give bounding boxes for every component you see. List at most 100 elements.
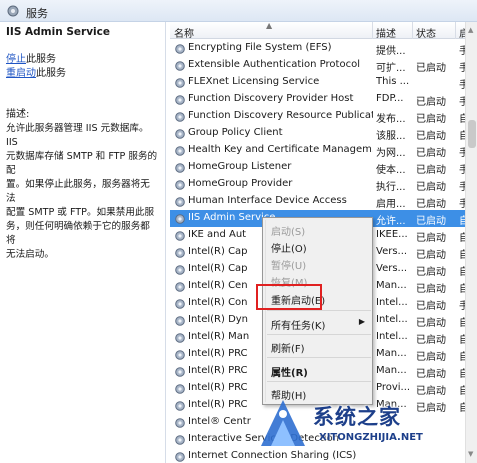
menu-item-properties[interactable]: 属性(R) [271,362,369,379]
menu-item-all-tasks-label: 所有任务(K) [271,321,326,332]
service-status-cell: 已启动 [416,216,446,227]
service-status-cell: 已启动 [416,148,446,159]
watermark-title: 系统之家 [313,405,401,429]
service-description-cell: 提供... [376,46,406,57]
service-description-cell: Man... [376,365,407,376]
column-header-name[interactable]: 名称 [174,25,194,40]
menu-item-start[interactable]: 启动(S) [271,221,369,238]
table-row[interactable]: HomeGroup Listener 使本... 已启动手 [170,159,465,176]
column-divider[interactable] [412,22,413,39]
service-gear-icon [174,196,186,208]
service-name-cell: Human Interface Device Access [188,195,347,206]
table-row[interactable]: FLEXnet Licensing Service This ... 手 [170,74,465,91]
service-status-cell: 已启动 [416,233,446,244]
watermark-logo-icon [261,400,305,446]
table-row[interactable]: HomeGroup Provider 执行... 已启动手 [170,176,465,193]
service-status-cell: 已启动 [416,97,446,108]
column-divider[interactable] [372,22,373,39]
menu-item-all-tasks[interactable]: 所有任务(K) ▶ [271,315,369,332]
description-label: 描述: [6,109,30,120]
table-header: 名称 ▲ 描述 状态 启 [170,22,465,40]
service-name-cell: Function Discovery Provider Host [188,93,354,104]
menu-item-stop[interactable]: 停止(O) [271,238,369,255]
menu-item-pause[interactable]: 暂停(U) [271,255,369,272]
service-gear-icon [174,230,186,242]
scroll-up-arrow-icon[interactable]: ▲ [468,26,473,34]
table-row[interactable]: Encrypting File System (EFS) 提供... 手 [170,40,465,57]
watermark: 系统之家 XITONGZHIJIA.NET [253,394,475,454]
description-line: 置。如果停止此服务，服务器将无法 [6,179,150,204]
window-header: 服务 [0,0,477,22]
service-name-cell: HomeGroup Provider [188,178,293,189]
service-status-cell: 已启动 [416,131,446,142]
service-status-cell: 已启动 [416,199,446,210]
service-status-cell: 已启动 [416,335,446,346]
service-description-cell: Vers... [376,263,408,274]
service-description-panel: IIS Admin Service 停止此服务 重启动此服务 描述: 允许此服务… [0,22,166,463]
service-gear-icon [174,128,186,140]
column-divider[interactable] [455,22,456,39]
service-status-cell: 已启动 [416,182,446,193]
service-description-cell: 可扩... [376,63,406,74]
watermark-url: XITONGZHIJIA.NET [319,432,423,443]
service-gear-icon [174,383,186,395]
scrollbar-thumb[interactable] [468,120,476,148]
services-gear-icon [7,5,19,17]
restart-service-suffix: 此服务 [36,68,66,79]
table-row[interactable]: Health Key and Certificate Managem... 为网.… [170,142,465,159]
window-title: 服务 [26,7,48,20]
description-line: 务，则任何明确依赖于它的服务都将 [6,221,150,246]
description-text: 允许此服务器管理 IIS 元数据库。IIS 元数据库存储 SMTP 和 FTP … [6,122,159,262]
table-row[interactable]: Function Discovery Resource Publicati...… [170,108,465,125]
service-description-cell: 发布... [376,114,406,125]
service-gear-icon [174,94,186,106]
service-description-cell: Intel... [376,314,408,325]
service-gear-icon [174,315,186,327]
service-gear-icon [174,179,186,191]
menu-gutter [265,220,266,402]
service-name-cell: Health Key and Certificate Managem... [188,144,373,155]
service-gear-icon [174,60,186,72]
service-status-cell: 已启动 [416,165,446,176]
restart-service-link[interactable]: 重启动 [6,68,36,79]
submenu-arrow-icon: ▶ [358,317,365,326]
service-gear-icon [174,247,186,259]
service-description-cell: Man... [376,348,407,359]
table-row[interactable]: Function Discovery Provider Host FDP... 已启… [170,91,465,108]
menu-item-refresh[interactable]: 刷新(F) [271,338,369,355]
menu-separator [267,357,371,358]
service-gear-icon [174,264,186,276]
service-gear-icon [174,434,186,446]
column-header-status[interactable]: 状态 [416,25,436,40]
service-status-cell: 已启动 [416,114,446,125]
table-row[interactable]: Human Interface Device Access 启用... 已启动手 [170,193,465,210]
service-name-cell: Group Policy Client [188,127,283,138]
service-description-cell: 该服... [376,131,406,142]
table-row[interactable]: Group Policy Client 该服... 已启动自 [170,125,465,142]
context-menu: 启动(S) 停止(O) 暂停(U) 恢复(M) 重新启动(E) 所有任务(K) ▶… [262,217,373,405]
service-name-cell: Function Discovery Resource Publicati... [188,110,373,121]
service-gear-icon [174,162,186,174]
table-row[interactable]: Extensible Authentication Protocol 可扩... 已… [170,57,465,74]
service-description-cell: This ... [376,76,410,87]
service-gear-icon [174,213,186,225]
service-status-cell: 已启动 [416,284,446,295]
description-line: 允许此服务器管理 IIS 元数据库。IIS [6,123,149,148]
restart-highlight-box [256,284,322,310]
column-header-description[interactable]: 描述 [376,25,396,40]
service-gear-icon [174,400,186,412]
service-description-cell: Vers... [376,246,408,257]
stop-service-suffix: 此服务 [26,54,56,65]
service-description-cell: 允许... [376,216,406,227]
service-description-cell: 执行... [376,182,406,193]
service-gear-icon [174,349,186,361]
service-description-cell: FDP... [376,93,404,104]
service-description-cell: 为网... [376,148,406,159]
service-gear-icon [174,298,186,310]
description-line: 无法启动。 [6,249,54,260]
stop-service-link[interactable]: 停止 [6,54,26,65]
service-gear-icon [174,77,186,89]
service-description-cell: Provi... [376,382,411,393]
menu-separator [267,381,371,382]
menu-separator [267,310,371,311]
